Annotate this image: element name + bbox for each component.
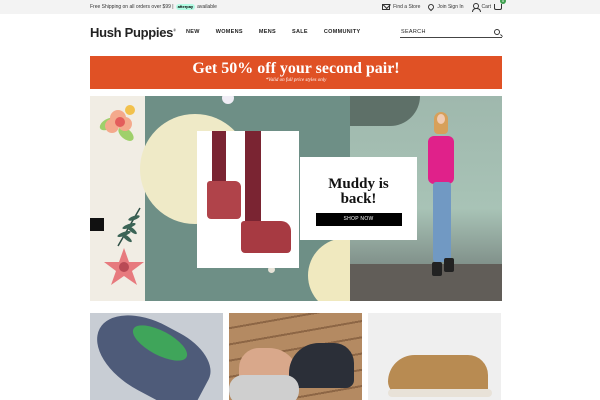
model-head bbox=[437, 114, 445, 124]
photo-boot bbox=[241, 221, 291, 253]
cart-icon: 0 bbox=[494, 0, 506, 10]
find-store-link[interactable]: Find a Store bbox=[382, 0, 420, 14]
paper-star-flower-icon bbox=[104, 248, 144, 285]
shipping-banner: Free Shipping on all orders over $99 | a… bbox=[90, 0, 217, 14]
paper-flower-icon bbox=[99, 105, 135, 141]
search-icon[interactable] bbox=[494, 29, 500, 35]
hero-text-card: Muddy is back! SHOP NOW bbox=[300, 157, 417, 240]
nav-item-new[interactable]: NEW bbox=[186, 29, 200, 35]
product-tile-sandals[interactable] bbox=[229, 313, 362, 400]
mail-icon bbox=[382, 4, 391, 10]
available-text: available bbox=[197, 4, 217, 10]
search-placeholder: SEARCH bbox=[401, 29, 426, 35]
nav-item-womens[interactable]: WOMENS bbox=[216, 29, 243, 35]
nav-item-sale[interactable]: SALE bbox=[292, 29, 308, 35]
knit-shoe-image bbox=[90, 313, 222, 400]
model-boot bbox=[444, 258, 454, 272]
promo-banner[interactable]: Get 50% off your second pair! *Valid on … bbox=[90, 56, 502, 89]
promo-headline: Get 50% off your second pair! bbox=[192, 60, 400, 77]
product-tiles bbox=[90, 313, 502, 400]
sandal-image bbox=[289, 343, 354, 388]
product-tile-boat-shoe[interactable] bbox=[368, 313, 501, 400]
sandal-image bbox=[229, 375, 299, 400]
cart-label: Cart bbox=[481, 4, 491, 10]
main-header: Hush Puppies® NEW WOMENS MENS SALE COMMU… bbox=[90, 24, 502, 42]
user-icon bbox=[471, 3, 481, 12]
promo-subtext: *Valid on full price styles only bbox=[265, 78, 327, 83]
boot-product-photo bbox=[197, 131, 299, 268]
hero-banner[interactable]: Muddy is back! SHOP NOW bbox=[90, 96, 502, 301]
afterpay-logo: afterpay bbox=[175, 4, 196, 10]
utility-links: Find a Store Join Sign In Cart 0 bbox=[382, 0, 506, 14]
main-nav: NEW WOMENS MENS SALE COMMUNITY bbox=[186, 29, 377, 35]
shipping-text: Free Shipping on all orders over $99 | bbox=[90, 4, 174, 10]
cart-count-badge: 0 bbox=[500, 0, 506, 4]
logo-mark: ® bbox=[173, 27, 176, 33]
photo-leg bbox=[245, 131, 261, 226]
boat-shoe-sole bbox=[388, 389, 492, 397]
model-jeans bbox=[433, 182, 451, 262]
nav-item-mens[interactable]: MENS bbox=[259, 29, 276, 35]
signin-link[interactable]: Join Sign In bbox=[427, 0, 464, 14]
brand-logo[interactable]: Hush Puppies® bbox=[90, 25, 176, 40]
photo-shadow bbox=[350, 96, 420, 126]
search-input[interactable]: SEARCH bbox=[400, 27, 502, 38]
hero-black-square bbox=[90, 218, 104, 231]
product-tile-knit-flat[interactable] bbox=[90, 313, 223, 400]
model-top bbox=[428, 136, 454, 184]
location-pin-icon bbox=[427, 2, 436, 12]
nav-item-community[interactable]: COMMUNITY bbox=[324, 29, 361, 35]
shop-now-button[interactable]: SHOP NOW bbox=[315, 213, 402, 226]
hero-headline-line2: back! bbox=[340, 191, 377, 207]
model-boot bbox=[432, 262, 442, 276]
signin-label: Join Sign In bbox=[437, 4, 464, 10]
hero-headline-line1: Muddy is bbox=[328, 176, 389, 192]
cart-link[interactable]: Cart 0 bbox=[471, 0, 506, 14]
photo-boot bbox=[207, 181, 241, 219]
logo-text: Hush Puppies bbox=[90, 25, 174, 40]
photo-ground bbox=[350, 264, 502, 301]
utility-bar: Free Shipping on all orders over $99 | a… bbox=[0, 0, 600, 14]
find-store-label: Find a Store bbox=[393, 4, 421, 10]
